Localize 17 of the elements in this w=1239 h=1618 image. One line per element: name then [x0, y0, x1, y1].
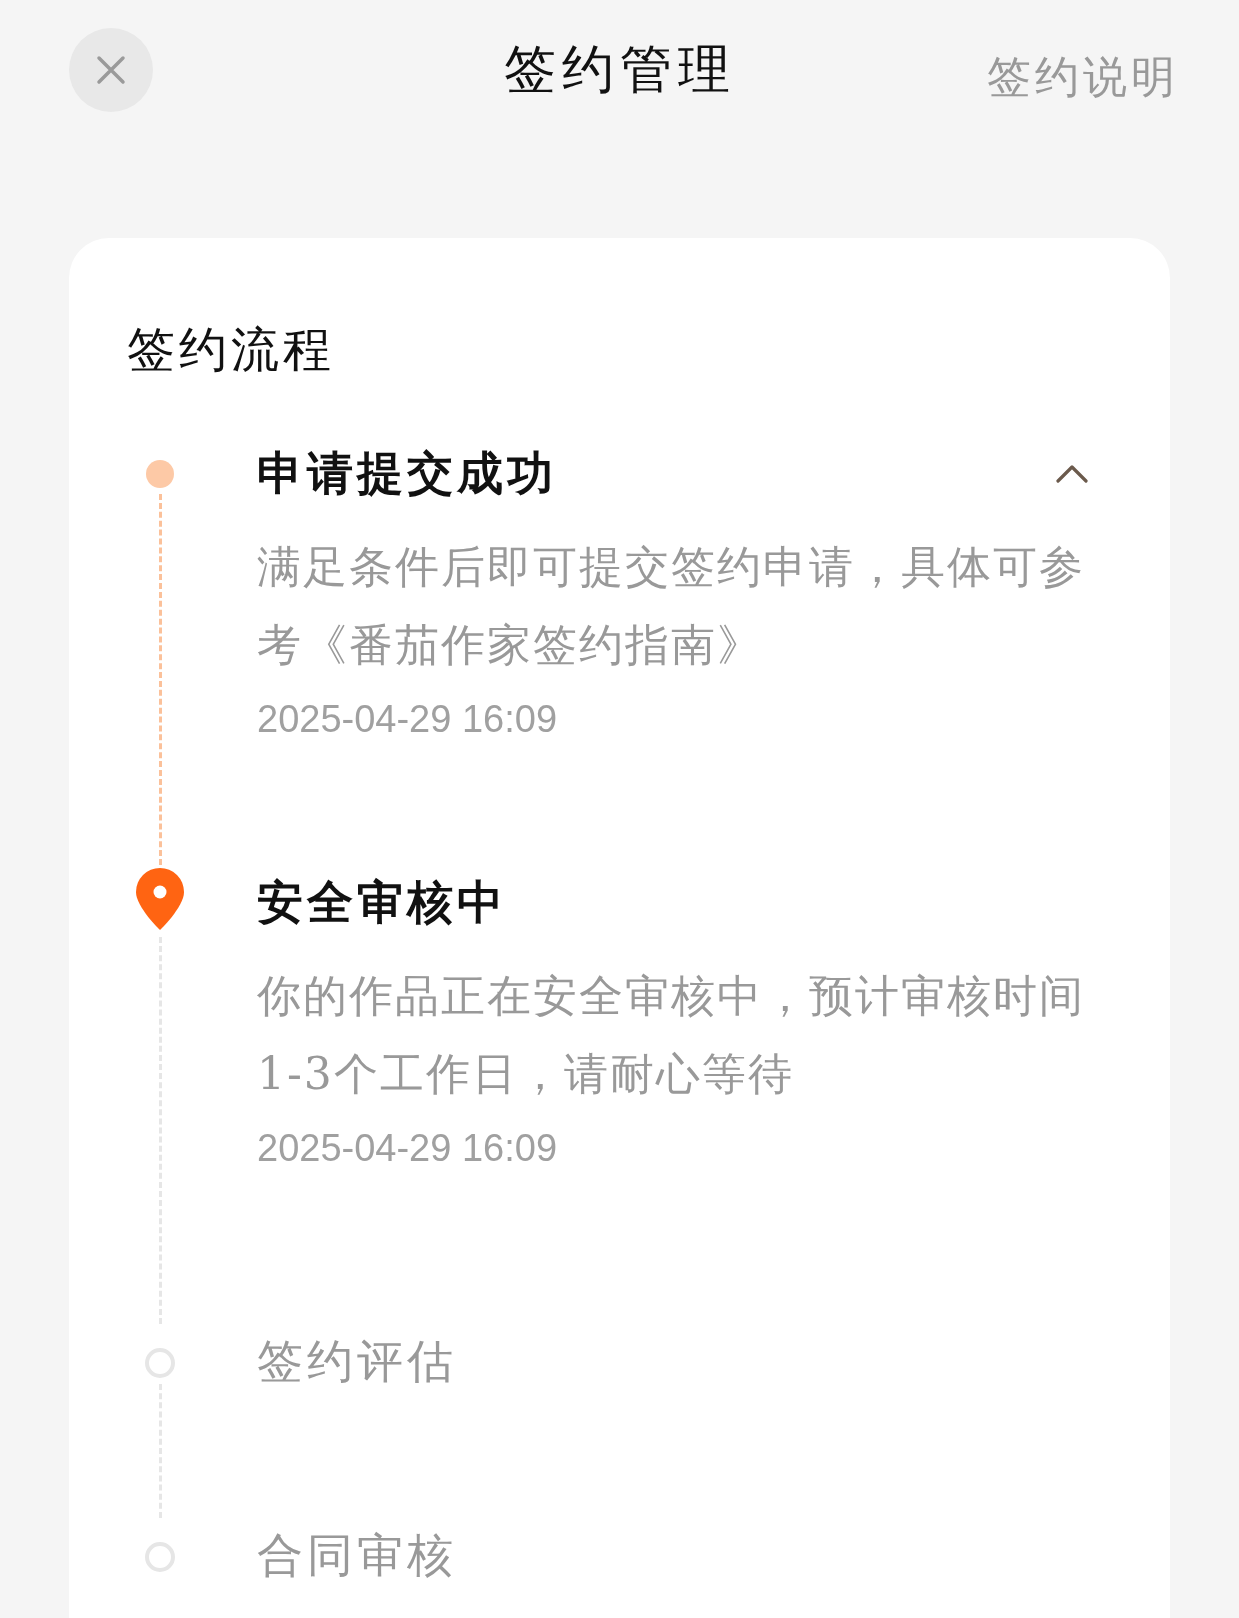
signing-info-link[interactable]: 签约说明	[987, 47, 1179, 107]
step-description: 你的作品正在安全审核中，预计审核时间1-3个工作日，请耐心等待	[257, 969, 1086, 1101]
section-heading: 签约流程	[127, 320, 336, 379]
step-title: 安全审核中	[257, 874, 507, 931]
done-dot-icon	[146, 460, 174, 488]
chevron-up-icon[interactable]	[1056, 464, 1088, 484]
step-title: 申请提交成功	[257, 445, 557, 502]
step-time: 2025-04-29 16:09	[257, 698, 559, 741]
page-title: 签约管理	[503, 38, 736, 101]
pending-circle-icon	[145, 1348, 175, 1378]
step-time: 2025-04-29 16:09	[257, 1127, 559, 1170]
step-title: 签约评估	[257, 1333, 457, 1390]
close-icon	[96, 55, 126, 85]
pending-circle-icon	[145, 1542, 175, 1572]
step-title: 合同审核	[257, 1527, 457, 1584]
location-pin-icon	[134, 867, 186, 931]
step-description: 满足条件后即可提交签约申请，具体可参考《番茄作家签约指南》	[257, 540, 1086, 672]
